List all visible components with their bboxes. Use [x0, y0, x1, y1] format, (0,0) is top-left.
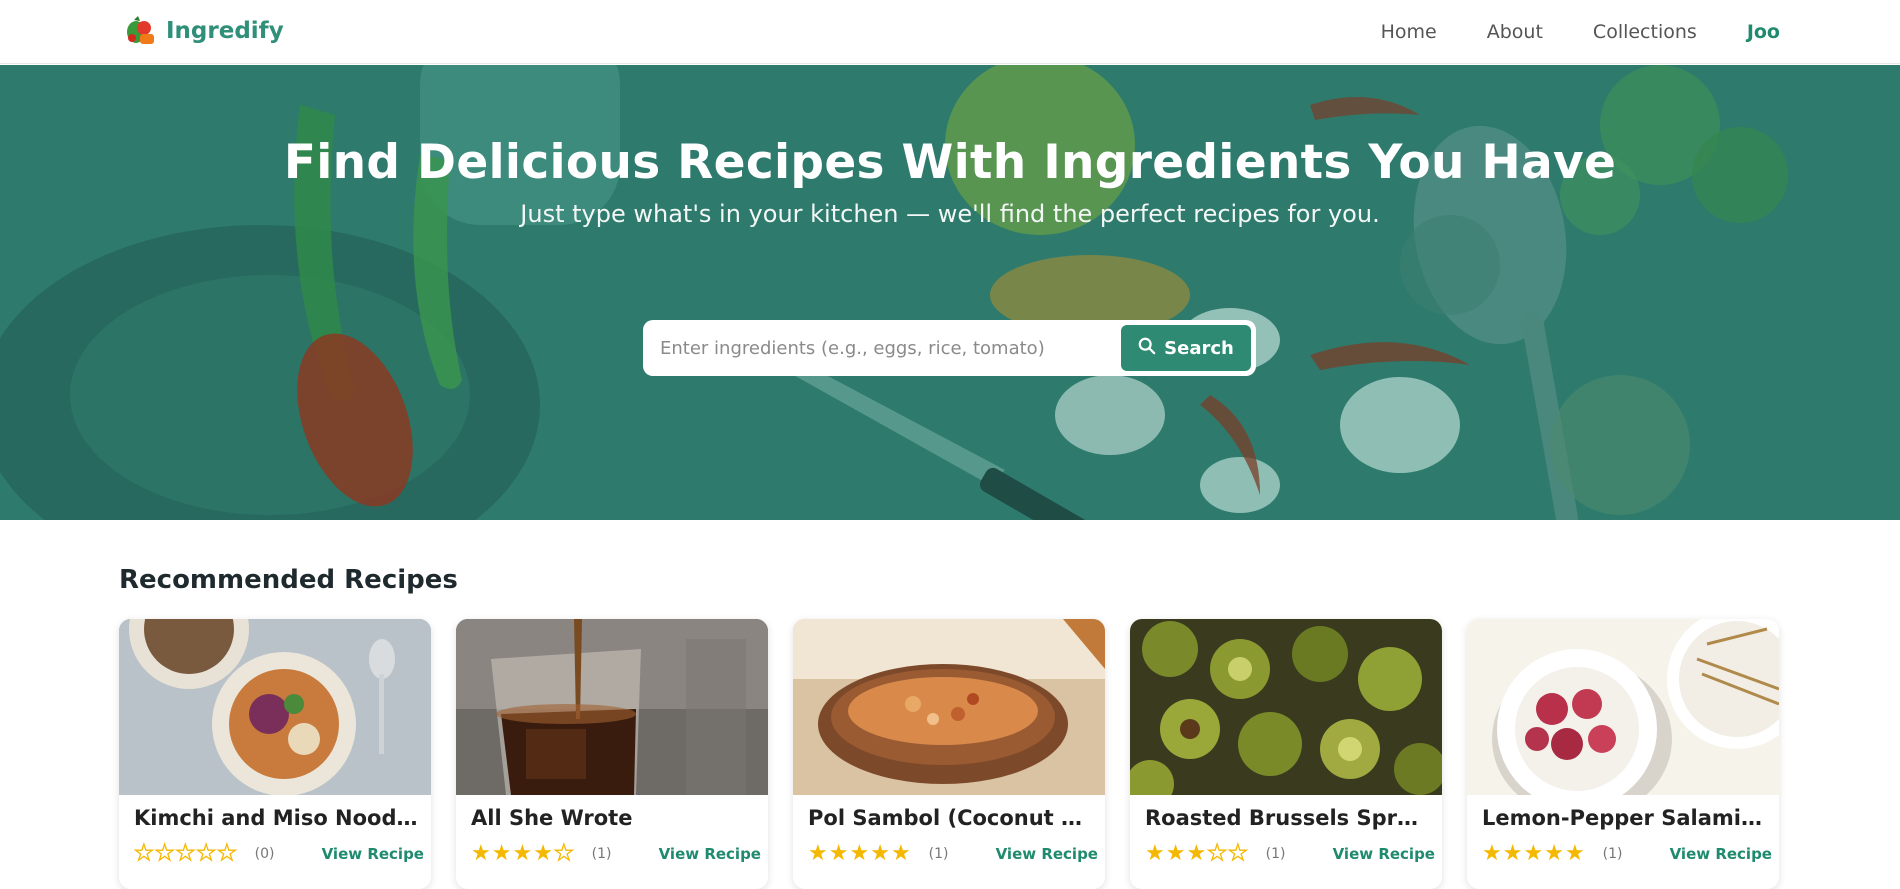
brand-name: Ingredify [166, 18, 284, 44]
recipe-meta: ★ ★ ★ ★ ★ (1) View Recipe [471, 841, 761, 866]
hero-content: Find Delicious Recipes With Ingredients … [0, 135, 1900, 228]
recipe-card[interactable]: All She Wrote ★ ★ ★ ★ ★ (1) View Recipe [456, 619, 768, 889]
star-icon: ★ [471, 841, 491, 866]
star-icon: ★ [1227, 841, 1248, 866]
star-icon: ★ [828, 841, 849, 866]
star-rating: ★ ★ ★ ★ ★ [808, 843, 911, 865]
star-icon: ★ [1186, 841, 1207, 866]
recipe-title: Lemon-Pepper Salami Bit... [1482, 806, 1767, 830]
star-rating: ★ ★ ★ ★ ★ [1145, 841, 1248, 866]
recipe-title: All She Wrote [471, 806, 633, 830]
star-icon: ★ [1165, 841, 1186, 866]
star-icon: ★ [175, 841, 196, 866]
star-icon: ★ [808, 841, 828, 866]
star-icon: ★ [1207, 841, 1228, 866]
star-icon: ★ [533, 841, 553, 866]
star-icon: ★ [1482, 841, 1502, 866]
recipe-image [1467, 619, 1779, 795]
recipe-title: Pol Sambol (Coconut Reli... [808, 806, 1093, 830]
star-icon: ★ [890, 841, 911, 866]
nav-about[interactable]: About [1487, 21, 1543, 43]
recipe-card[interactable]: Roasted Brussels Sprouts ... ★★★★★ (1) V… [1130, 619, 1442, 889]
nav-home[interactable]: Home [1381, 21, 1437, 43]
search-button[interactable]: Search [1121, 325, 1251, 371]
star-icon: ★ [491, 841, 512, 866]
top-navbar: Ingredify Home About Collections Joo [0, 0, 1900, 64]
nav-user-profile[interactable]: Joo [1747, 21, 1780, 43]
recipe-card[interactable]: Kimchi and Miso Noodle ... ★ ★ ★ ★ ★ (0) Vie… [119, 619, 431, 889]
recipe-meta: ★ ★ ★ ★ ★ (1) View Recipe [1145, 841, 1435, 866]
recipe-image [793, 619, 1105, 795]
star-icon: ★ [1145, 841, 1165, 866]
star-icon: ★ [512, 841, 533, 866]
star-icon: ★ [133, 841, 154, 866]
recipe-title: Roasted Brussels Sprouts ... [1145, 806, 1430, 830]
view-recipe-link[interactable]: View Recipe [1670, 845, 1772, 863]
hero-subtitle: Just type what's in your kitchen — we'll… [520, 200, 1380, 228]
recipe-meta: ★ ★ ★ ★ ★ (1) View Recipe [1482, 843, 1772, 865]
main-nav: Home About Collections Joo [1381, 0, 1780, 64]
hero-banner: Find Delicious Recipes With Ingredients … [0, 65, 1900, 520]
star-icon: ★ [196, 841, 217, 866]
recipe-card[interactable]: Pol Sambol (Coconut Reli... ★★★★★ (1) Vi… [793, 619, 1105, 889]
recipe-image [456, 619, 768, 795]
star-icon: ★ [553, 841, 574, 866]
recipe-card-list: Kimchi and Miso Noodle ... ★ ★ ★ ★ ★ (0) Vie… [119, 619, 1779, 889]
star-icon: ★ [216, 841, 237, 866]
star-icon: ★ [1523, 841, 1544, 866]
recipe-meta: ★ ★ ★ ★ ★ (0) View Recipe [133, 841, 424, 866]
search-icon [1138, 337, 1156, 360]
recipe-card[interactable]: Lemon-Pepper Salami Bit... ★★★★★ (1) Vie… [1467, 619, 1779, 889]
recipe-meta: ★ ★ ★ ★ ★ (1) View Recipe [808, 843, 1098, 865]
section-title: Recommended Recipes [119, 565, 458, 595]
star-icon: ★ [154, 841, 175, 866]
recipe-title: Kimchi and Miso Noodle ... [134, 806, 419, 830]
hero-background-image [0, 65, 1900, 520]
recipe-image [1130, 619, 1442, 795]
star-icon: ★ [1564, 841, 1585, 866]
search-button-label: Search [1164, 337, 1234, 359]
ingredient-search-input[interactable] [660, 337, 1121, 359]
star-rating: ★ ★ ★ ★ ★ [471, 841, 574, 866]
recipe-image [119, 619, 431, 795]
view-recipe-link[interactable]: View Recipe [1333, 845, 1435, 863]
star-icon: ★ [870, 841, 890, 866]
hero-title: Find Delicious Recipes With Ingredients … [283, 135, 1617, 190]
rating-count: (0) [254, 846, 275, 862]
star-icon: ★ [849, 841, 870, 866]
rating-count: (1) [1265, 846, 1286, 862]
star-rating: ★ ★ ★ ★ ★ [1482, 843, 1585, 865]
rating-count: (1) [928, 846, 949, 862]
rating-count: (1) [1602, 846, 1623, 862]
nav-collections[interactable]: Collections [1593, 21, 1697, 43]
rating-count: (1) [591, 846, 612, 862]
view-recipe-link[interactable]: View Recipe [659, 845, 761, 863]
star-rating: ★ ★ ★ ★ ★ [133, 841, 237, 866]
brand-link[interactable]: Ingredify [124, 14, 284, 48]
view-recipe-link[interactable]: View Recipe [996, 845, 1098, 863]
search-bar: Search [643, 320, 1256, 376]
star-icon: ★ [1544, 841, 1564, 866]
view-recipe-link[interactable]: View Recipe [322, 845, 424, 863]
star-icon: ★ [1502, 841, 1523, 866]
logo-icon [124, 14, 158, 48]
